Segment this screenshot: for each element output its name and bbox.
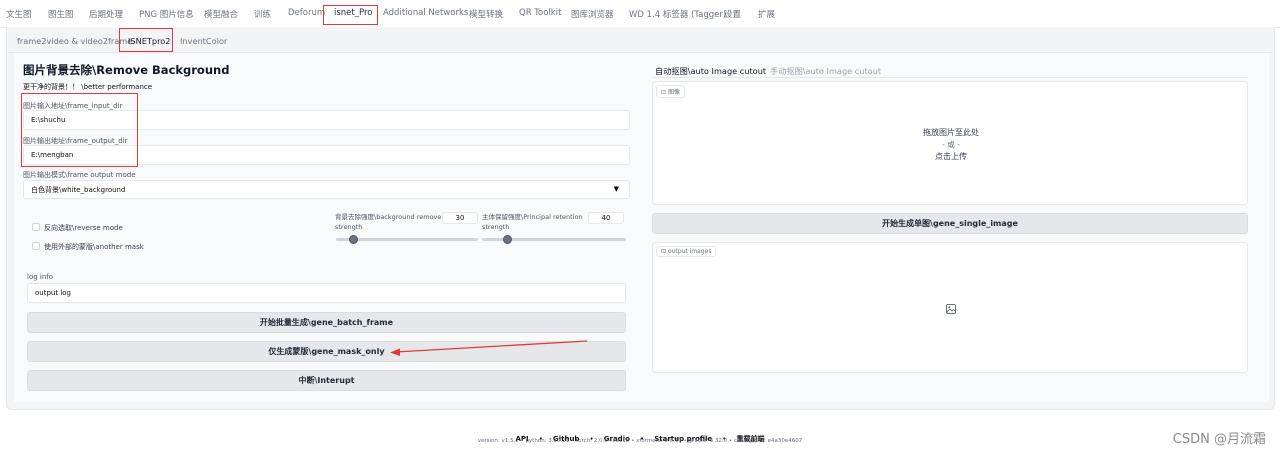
tab-txt2img[interactable]: 文生图 [6,8,32,20]
output-mode-value: 白色背景\white_background [31,185,126,194]
drop-text: 拖放图片至此处 [923,128,979,137]
annotation-arrow [390,340,588,356]
reverse-label: 反向选取\reverse mode [44,224,123,232]
divider [652,77,1248,78]
bg-strength-value: 30 [455,214,465,222]
bg-strength-thumb[interactable] [349,235,358,244]
tab-checkpoint-merger[interactable]: 模型融合 [204,8,238,20]
tab-wd-tagger[interactable]: WD 1.4 标签器 (Tagger) [629,8,726,20]
tab-qr-toolkit[interactable]: QR Toolkit [519,8,561,18]
upload-text: 点击上传 [935,152,967,161]
tab-additional-networks[interactable]: Additional Networks [383,8,468,18]
image-upload-area[interactable]: ⊡ 图像 拖放图片至此处 - 或 - 点击上传 [652,81,1248,205]
tab-extensions[interactable]: 扩展 [758,8,775,20]
tab-png-info[interactable]: PNG 图片信息 [139,8,194,20]
caret-down-icon: ▼ [613,185,619,193]
log-field[interactable]: output log [27,283,626,303]
another-mask-checkbox[interactable] [32,242,40,250]
top-tab-bar: 文生图 图生图 后期处理 PNG 图片信息 模型融合 训练 Deforum is… [0,4,1280,26]
tab-train[interactable]: 训练 [254,8,271,20]
output-images-label: ⊡ output images [656,246,717,257]
log-value: output log [35,289,71,297]
principal-thumb[interactable] [503,235,512,244]
tab-auto-cutout[interactable]: 自动抠图\auto Image cutout [655,65,766,77]
subtitle: 更干净的背景！！ \better performance [23,83,153,91]
reverse-checkbox[interactable] [32,223,40,231]
annotation-box-dirs [21,93,138,167]
gene-single-image-label: 开始生成单图\gene_single_image [882,219,1018,228]
subtab-inventcolor[interactable]: InventColor [180,36,227,46]
watermark: CSDN @月流霜 [1172,432,1266,447]
tab-image-browser[interactable]: 图库浏览器 [571,8,614,20]
principal-value: 40 [601,214,611,222]
interrupt-label: 中断\Interupt [298,376,355,385]
gene-mask-only-label: 仅生成蒙版\gene_mask_only [268,347,385,356]
gene-single-image-button[interactable]: 开始生成单图\gene_single_image [652,213,1248,234]
subtab-frame2video[interactable]: frame2video & video2frame [17,36,132,46]
page-title: 图片背景去除\Remove Background [23,63,230,77]
image-placeholder-icon [946,304,956,314]
tab-manual-cutout[interactable]: 手动抠图\auto Image cutout [770,65,881,77]
tab-extras[interactable]: 后期处理 [89,8,123,20]
interrupt-button[interactable]: 中断\Interupt [27,370,626,391]
tab-model-converter[interactable]: 模型转换 [469,8,503,20]
output-mode-select[interactable]: 白色背景\white_background ▼ [23,180,630,199]
principal-label: 主体保留强度\Principal retention strength [482,213,583,231]
tab-img2img[interactable]: 图生图 [48,8,74,20]
bg-strength-label: 背景去除强度\background remove strength [335,213,442,231]
or-text: - 或 - [942,140,960,149]
version-info: version: v1.5.2 • python: 3.10.11 • torc… [477,438,803,444]
gene-batch-frame-label: 开始批量生成\gene_batch_frame [259,318,394,327]
annotation-box-isnet-tab [323,5,378,25]
bg-strength-number[interactable]: 30 [442,212,478,224]
output-mode-label: 图片输出模式\frame output mode [23,171,136,179]
image-label: ⊡ 图像 [656,85,685,98]
another-mask-label: 使用外部的蒙版\another mask [44,243,144,251]
log-label: log info [27,273,54,281]
output-gallery: ⊡ output images [652,242,1248,373]
tab-deforum[interactable]: Deforum [288,8,325,18]
gene-batch-frame-button[interactable]: 开始批量生成\gene_batch_frame [27,312,626,333]
tab-settings[interactable]: 设置 [724,8,741,20]
principal-number[interactable]: 40 [588,212,624,224]
annotation-box-isnetpro2-tab [119,28,173,52]
